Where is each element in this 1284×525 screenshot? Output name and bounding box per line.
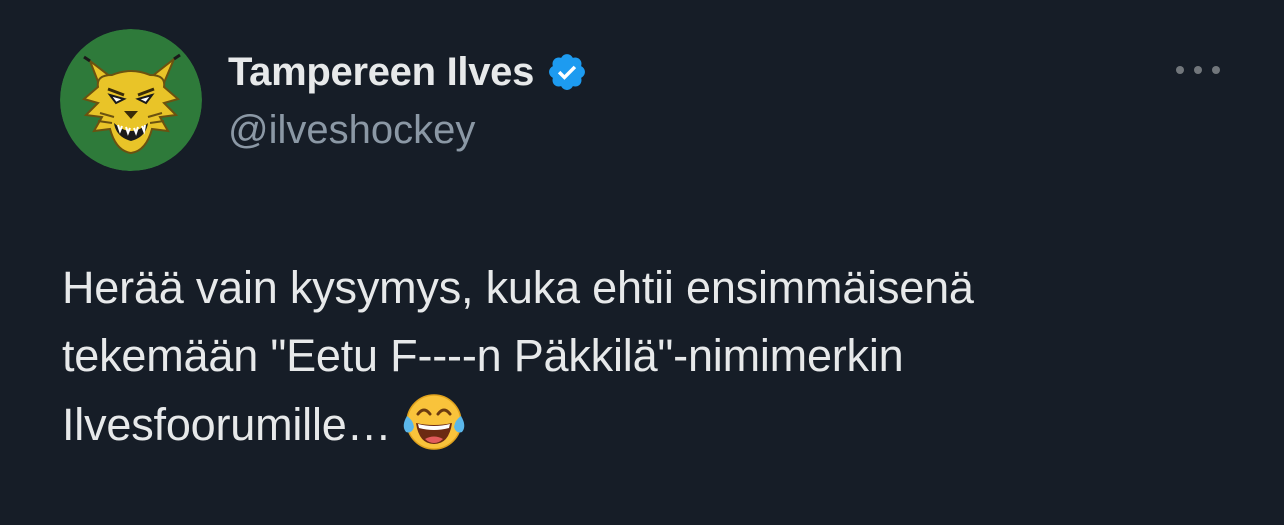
tweet-text-line: Herää vain kysymys, kuka ehtii ensimmäis… [62,262,974,313]
author-handle[interactable]: @ilveshockey [228,108,475,153]
verified-badge-icon[interactable] [546,51,588,93]
tweet-text-line: tekemään "Eetu F----n Päkkilä"-nimimerki… [62,330,904,381]
lynx-logo-icon [60,29,202,171]
author-name-row: Tampereen Ilves [228,46,588,98]
more-horizontal-icon [1176,66,1220,74]
tweet-text-line: Ilvesfoorumille… [62,399,392,450]
tweet-text-line-last: Ilvesfoorumille… [62,390,1242,459]
tweet-card: Tampereen Ilves @ilveshockey Herää vain … [0,0,1284,525]
author-display-name[interactable]: Tampereen Ilves [228,50,534,95]
avatar[interactable] [60,29,202,171]
face-with-tears-of-joy-icon [401,390,467,454]
more-options-button[interactable] [1170,52,1226,88]
tweet-text: Herää vain kysymys, kuka ehtii ensimmäis… [62,254,1242,459]
